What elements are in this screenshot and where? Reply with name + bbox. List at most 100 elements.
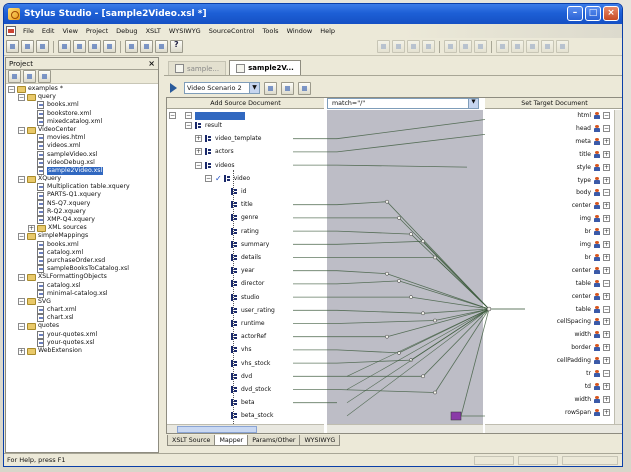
project-folder[interactable]: − examples * [6, 85, 158, 93]
project-folder[interactable]: + XML sources [6, 224, 158, 232]
bookmark-icon[interactable] [444, 40, 457, 53]
project-file[interactable]: videos.xml [6, 142, 158, 151]
menu-debug[interactable]: Debug [112, 27, 141, 35]
open-folder-icon[interactable] [21, 40, 34, 53]
expand-toggle[interactable]: + [18, 347, 25, 355]
project-folder[interactable]: − XQuery [6, 175, 158, 183]
watch-icon[interactable] [541, 40, 554, 53]
breakpoint-icon[interactable] [526, 40, 539, 53]
expand-toggle[interactable]: − [18, 298, 25, 306]
expand-toggle[interactable]: − [18, 93, 25, 101]
chevron-down-icon[interactable]: ▼ [249, 83, 259, 93]
link-junction-node[interactable] [421, 239, 425, 244]
expand-toggle[interactable]: − [18, 175, 25, 183]
paste-icon[interactable] [88, 40, 101, 53]
link-junction-node[interactable] [433, 255, 437, 260]
project-folder[interactable]: − VideoCenter [6, 126, 158, 134]
link-junction-node[interactable] [409, 295, 413, 299]
play-icon[interactable] [170, 83, 177, 93]
target-link-junction[interactable] [486, 306, 492, 312]
document-menu-icon[interactable] [6, 26, 16, 36]
project-file[interactable]: movies.html [6, 134, 158, 143]
tab-params-other[interactable]: Params/Other [247, 435, 301, 446]
project-file[interactable]: XMP-Q4.xquery [6, 216, 158, 225]
expand-toggle[interactable]: − [18, 126, 25, 134]
prev-bookmark-icon[interactable] [474, 40, 487, 53]
project-folder[interactable]: − quotes [6, 322, 158, 331]
help-icon[interactable] [170, 40, 183, 53]
project-file[interactable]: sampleVideo.xsl [6, 151, 158, 159]
project-folder[interactable]: + WebExtension [6, 347, 158, 355]
minimize-icon[interactable]: – [567, 6, 583, 21]
tool-icon[interactable] [556, 40, 569, 53]
function-block-node[interactable] [450, 411, 462, 421]
project-file[interactable]: your-quotes.xsl [6, 339, 158, 347]
close-panel-icon[interactable]: × [148, 59, 158, 68]
outdent-icon[interactable] [422, 40, 435, 53]
project-file[interactable]: R-Q2.xquery [6, 208, 158, 216]
find-icon[interactable] [155, 40, 168, 53]
project-file[interactable]: books.xml [6, 101, 158, 110]
project-file[interactable]: mixedcatalog.xml [6, 118, 158, 126]
preview-icon[interactable] [281, 81, 294, 95]
copy-icon[interactable] [73, 40, 86, 53]
menu-view[interactable]: View [58, 27, 81, 35]
project-file[interactable]: sample2Video.xsl [6, 166, 158, 176]
tab-wysiwyg[interactable]: WYSIWYG [299, 435, 341, 446]
menu-window[interactable]: Window [283, 27, 317, 35]
validate-icon[interactable] [377, 40, 390, 53]
link-junction-node[interactable] [397, 216, 401, 220]
project-file[interactable]: PARTS-Q1.xquery [6, 191, 158, 200]
link-junction-node[interactable] [433, 318, 437, 323]
project-file[interactable]: catalog.xsl [6, 282, 158, 290]
project-folder[interactable]: − XSLFormattingObjects [6, 273, 158, 281]
menu-file[interactable]: File [19, 27, 38, 35]
close-icon[interactable]: × [603, 6, 619, 21]
menu-help[interactable]: Help [316, 27, 339, 35]
project-file[interactable]: books.xml [6, 241, 158, 249]
save-icon[interactable] [36, 40, 49, 53]
link-junction-node[interactable] [397, 279, 401, 283]
mapper-options-icon[interactable] [298, 81, 311, 95]
expand-toggle[interactable]: − [18, 323, 25, 331]
project-file[interactable]: minimal-catalog.xsl [6, 290, 158, 298]
indent-icon[interactable] [407, 40, 420, 53]
project-file[interactable]: chart.xsl [6, 314, 158, 323]
title-bar[interactable]: Stylus Studio - [sample2Video.xsl *] – □… [4, 4, 622, 24]
next-bookmark-icon[interactable] [459, 40, 472, 53]
undo-icon[interactable] [125, 40, 138, 53]
scenario-select[interactable]: Video Scenario 2 ▼ [184, 82, 260, 94]
project-file[interactable]: NS-Q7.xquery [6, 200, 158, 208]
project-file[interactable]: purchaseOrder.xsd [6, 257, 158, 266]
project-file[interactable]: sampleBooksToCatalog.xsl [6, 265, 158, 274]
expand-toggle[interactable]: − [8, 85, 15, 93]
link-junction-node[interactable] [385, 334, 389, 339]
link-junction-node[interactable] [385, 271, 389, 276]
doc-tab-active[interactable]: sample2V... [229, 60, 301, 75]
menu-sourcecontrol[interactable]: SourceControl [205, 27, 259, 35]
remove-icon[interactable] [38, 70, 51, 83]
project-file[interactable]: your-quotes.xml [6, 331, 158, 339]
project-file[interactable]: bookstore.xml [6, 110, 158, 118]
redo-icon[interactable] [140, 40, 153, 53]
new-file-icon[interactable] [6, 40, 19, 53]
scenario-settings-icon[interactable] [264, 81, 277, 95]
step-icon[interactable] [511, 40, 524, 53]
menu-xslt[interactable]: XSLT [142, 27, 165, 35]
cut-icon[interactable] [58, 40, 71, 53]
project-file[interactable]: Multiplication table.xquery [6, 183, 158, 192]
expand-toggle[interactable]: + [28, 224, 35, 232]
project-file[interactable]: videoDebug.xsl [6, 159, 158, 167]
project-folder[interactable]: − SVG [6, 298, 158, 306]
project-folder[interactable]: − query [6, 93, 158, 101]
project-folder[interactable]: − simpleMappings [6, 232, 158, 240]
menu-project[interactable]: Project [82, 27, 112, 35]
add-folder-icon[interactable] [23, 70, 36, 83]
link-junction-node[interactable] [385, 199, 389, 204]
doc-tab-inactive[interactable]: sample... [168, 61, 227, 75]
link-junction-node[interactable] [409, 232, 413, 236]
expand-toggle[interactable]: − [18, 232, 25, 240]
link-junction-node[interactable] [433, 390, 437, 395]
menu-wysiwyg[interactable]: WYSIWYG [165, 27, 205, 35]
maximize-icon[interactable]: □ [585, 6, 601, 21]
